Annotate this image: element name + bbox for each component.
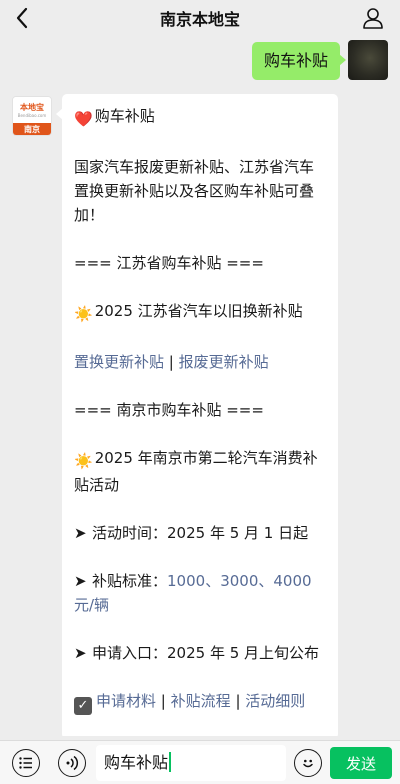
link-separator: | xyxy=(160,692,166,710)
jiangsu-item-text: 2025 江苏省汽车以旧换新补贴 xyxy=(94,302,303,320)
link-rules[interactable]: 活动细则 xyxy=(245,692,305,710)
nanjing-item: ☀️ 2025 年南京市第二轮汽车消费补贴活动 xyxy=(74,446,326,497)
chevron-left-icon xyxy=(16,7,28,29)
message-heading: ❤️ 购车补贴 xyxy=(74,104,326,131)
time-label: 活动时间： xyxy=(92,524,168,542)
nanjing-item-text: 2025 年南京市第二轮汽车消费补贴活动 xyxy=(74,449,318,494)
link-materials[interactable]: 申请材料 xyxy=(96,692,156,710)
intro-text: 国家汽车报废更新补贴、江苏省汽车置换更新补贴以及各区购车补贴可叠加！ xyxy=(74,158,315,224)
jiangsu-links: 置换更新补贴 | 报废更新补贴 xyxy=(74,350,326,374)
apply-label: 申请入口： xyxy=(92,644,168,662)
menu-button[interactable] xyxy=(12,749,40,777)
top-bar: 南京本地宝 xyxy=(0,0,400,36)
apply-entry: ➤ 申请入口：2025 年 5 月上旬公布 xyxy=(74,641,326,665)
link-replacement-subsidy[interactable]: 置换更新补贴 xyxy=(74,353,164,371)
page-title: 南京本地宝 xyxy=(159,10,240,29)
logo-url: Bendibao.com xyxy=(17,112,47,118)
voice-icon xyxy=(66,755,79,771)
smiley-icon xyxy=(303,759,313,768)
user-avatar[interactable] xyxy=(348,40,388,80)
jiangsu-item: ☀️ 2025 江苏省汽车以旧换新补贴 xyxy=(74,299,326,326)
activity-time: ➤ 活动时间：2025 年 5 月 1 日起 xyxy=(74,521,326,545)
arrow-icon: ➤ xyxy=(74,572,87,590)
section-jiangsu: === 江苏省购车补贴 === xyxy=(74,254,264,272)
link-scrap-subsidy[interactable]: 报废更新补贴 xyxy=(179,353,269,371)
chat-area[interactable]: 购车补贴 本地宝 Bendibao.com 南京 ❤️ 购车补贴 国家汽车报废更新… xyxy=(0,36,400,736)
person-icon xyxy=(363,8,383,29)
standard-label: 补贴标准： xyxy=(92,572,168,590)
logo-city: 南京 xyxy=(13,123,51,135)
send-button[interactable]: 发送 xyxy=(330,747,392,779)
heart-icon: ❤️ xyxy=(74,110,93,128)
time-value: 2025 年 5 月 1 日起 xyxy=(167,524,309,542)
link-process[interactable]: 补贴流程 xyxy=(171,692,231,710)
link-separator: | xyxy=(235,692,241,710)
message-input[interactable]: 购车补贴 xyxy=(96,745,286,781)
link-separator: | xyxy=(168,353,174,371)
sun-icon: ☀️ xyxy=(74,305,93,323)
list-icon xyxy=(19,757,32,769)
logo: 本地宝 Bendibao.com xyxy=(13,97,51,123)
voice-button[interactable] xyxy=(58,749,86,777)
section-nanjing: === 南京市购车补贴 === xyxy=(74,401,264,419)
text-caret xyxy=(169,752,172,772)
sun-icon: ☀️ xyxy=(74,452,93,470)
input-bar: 购车补贴 发送 xyxy=(0,740,400,784)
incoming-message[interactable]: ❤️ 购车补贴 国家汽车报废更新补贴、江苏省汽车置换更新补贴以及各区购车补贴可叠加… xyxy=(56,94,338,736)
arrow-icon: ➤ xyxy=(74,524,87,542)
back-button[interactable] xyxy=(8,4,36,32)
check-icon: ✓ xyxy=(74,697,92,715)
nanjing-links: ✓ 申请材料 | 补贴流程 | 活动细则 xyxy=(74,689,326,715)
subsidy-standard: ➤ 补贴标准：1000、3000、4000 元/辆 xyxy=(74,569,326,617)
profile-button[interactable] xyxy=(360,5,386,31)
emoji-button[interactable] xyxy=(294,749,322,777)
account-avatar[interactable]: 本地宝 Bendibao.com 南京 xyxy=(12,96,52,136)
input-value: 购车补贴 xyxy=(104,753,169,772)
logo-name: 本地宝 xyxy=(20,102,44,112)
apply-value: 2025 年 5 月上旬公布 xyxy=(167,644,320,662)
arrow-icon: ➤ xyxy=(74,644,87,662)
heading-text: 购车补贴 xyxy=(94,107,155,125)
outgoing-message[interactable]: 购车补贴 xyxy=(251,42,347,80)
